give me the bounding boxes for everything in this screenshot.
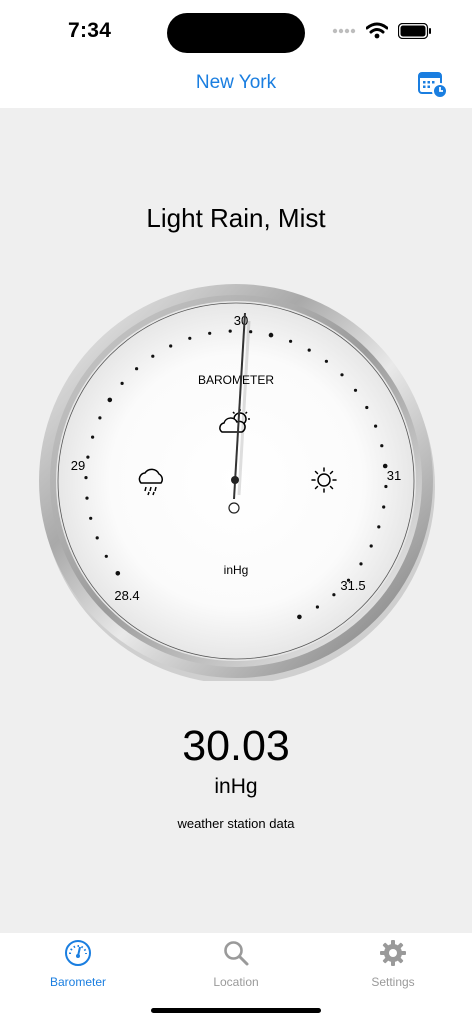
gauge-label-31: 31 bbox=[387, 468, 401, 483]
weather-condition: Light Rain, Mist bbox=[146, 203, 326, 233]
gauge-tick-dot bbox=[324, 359, 328, 363]
gauge-tick-dot bbox=[307, 348, 311, 352]
data-source-label: weather station data bbox=[177, 816, 295, 831]
gauge-tick-dot bbox=[104, 554, 108, 558]
dynamic-island bbox=[167, 13, 305, 53]
gauge-label-29: 29 bbox=[71, 458, 85, 473]
status-bar: 7:34 bbox=[0, 0, 472, 64]
gauge-needle-pivot bbox=[231, 476, 239, 484]
gauge-tick-dot bbox=[380, 444, 384, 448]
gauge-tick-dot bbox=[369, 544, 373, 548]
gauge-tick-dot bbox=[89, 516, 93, 520]
gauge-icon bbox=[65, 940, 91, 966]
barometer-gauge: 30 29 31 28.4 31.5 BAROMETER inHg bbox=[39, 284, 435, 681]
gauge-tick-dot bbox=[340, 373, 344, 377]
gauge-tick-dot bbox=[377, 525, 381, 529]
gauge-tick-dot bbox=[115, 571, 121, 576]
gauge-tick-dot bbox=[95, 536, 99, 540]
gauge-tick-dot bbox=[208, 331, 212, 335]
status-icons bbox=[332, 22, 432, 39]
gear-icon bbox=[380, 940, 406, 966]
gauge-tick-dot bbox=[384, 484, 388, 489]
gauge-tick-dot bbox=[151, 354, 155, 358]
gauge-label-28-4: 28.4 bbox=[114, 588, 139, 603]
gauge-tick-dot bbox=[107, 397, 113, 403]
gauge-tick-dot bbox=[135, 367, 139, 371]
gauge-tick-dot bbox=[289, 339, 293, 343]
calendar-clock-icon bbox=[418, 72, 448, 99]
gauge-tick-dot bbox=[365, 405, 369, 410]
gauge-tick-dot bbox=[98, 416, 102, 420]
tab-settings-label: Settings bbox=[371, 975, 415, 989]
gauge-tick-dot bbox=[91, 435, 95, 439]
gauge-tick-dot bbox=[315, 605, 319, 609]
search-icon bbox=[224, 941, 249, 966]
gauge-tick-dot bbox=[169, 344, 173, 348]
calendar-history-button[interactable] bbox=[415, 70, 449, 100]
gauge-tick-dot bbox=[382, 505, 386, 509]
navigation-bar: New York bbox=[0, 64, 472, 108]
home-indicator bbox=[151, 1008, 321, 1013]
gauge-tick-dot bbox=[297, 614, 302, 620]
gauge-tick-dot bbox=[359, 562, 363, 566]
gauge-tick-dot bbox=[84, 476, 88, 480]
gauge-tick-dot bbox=[85, 496, 89, 500]
tab-barometer-label: Barometer bbox=[49, 975, 107, 989]
wifi-icon bbox=[366, 22, 388, 39]
gauge-tick-dot bbox=[332, 593, 336, 597]
cellular-signal-icon bbox=[332, 28, 356, 33]
pressure-value: 30.03 bbox=[182, 722, 290, 770]
gauge-tick-dot bbox=[374, 424, 378, 428]
gauge-tick-dot bbox=[228, 329, 232, 333]
status-time: 7:34 bbox=[68, 19, 112, 42]
gauge-tick-dot bbox=[188, 336, 192, 340]
battery-icon bbox=[398, 22, 431, 39]
gauge-needle-counterweight bbox=[228, 502, 240, 514]
gauge-tick-dot bbox=[86, 455, 90, 459]
tab-location[interactable]: Location bbox=[176, 939, 296, 989]
location-title-button[interactable]: New York bbox=[0, 72, 472, 94]
gauge-label-30: 30 bbox=[234, 313, 248, 328]
gauge-label-31-5: 31.5 bbox=[340, 578, 365, 593]
pressure-unit: inHg bbox=[214, 775, 258, 798]
gauge-unit-label: inHg bbox=[224, 563, 249, 577]
gauge-title: BAROMETER bbox=[198, 373, 274, 387]
gauge-tick-dot bbox=[268, 332, 274, 338]
tab-settings[interactable]: Settings bbox=[333, 939, 453, 989]
gauge-tick-dot bbox=[120, 381, 124, 385]
gauge-tick-dot bbox=[353, 388, 358, 392]
tab-barometer[interactable]: Barometer bbox=[18, 939, 138, 989]
tab-location-label: Location bbox=[213, 975, 259, 989]
